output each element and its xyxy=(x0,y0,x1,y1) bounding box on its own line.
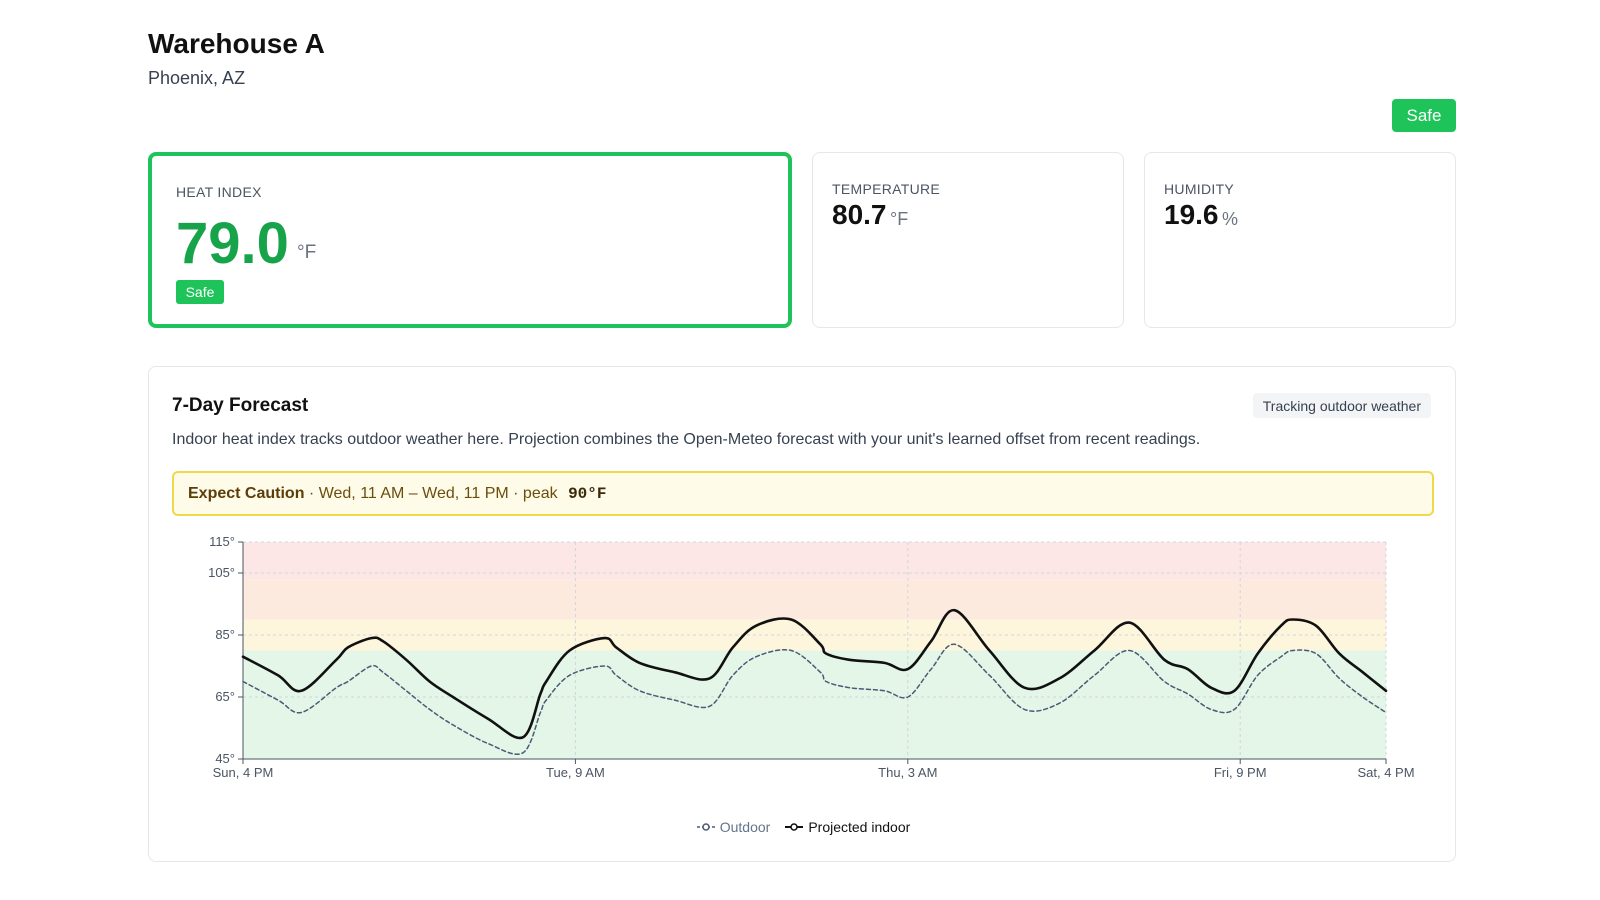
temperature-unit: °F xyxy=(890,209,909,229)
x-tick-label-4: Sat, 4 PM xyxy=(1357,765,1414,780)
site-location: Phoenix, AZ xyxy=(148,68,246,88)
y-tick-label-1: 65° xyxy=(215,689,235,704)
x-tick-label-2: Thu, 3 AM xyxy=(878,765,937,780)
risk-band-2 xyxy=(243,579,1386,620)
y-tick-label-0: 45° xyxy=(215,751,235,766)
legend-item-indoor[interactable]: Projected indoor xyxy=(784,819,910,835)
humidity-value: 19.6 xyxy=(1164,199,1219,230)
risk-band-3 xyxy=(243,542,1386,580)
temperature-label: TEMPERATURE xyxy=(832,181,941,197)
y-tick-label-3: 105° xyxy=(208,565,235,580)
x-tick-label-0: Sun, 4 PM xyxy=(213,765,274,780)
y-tick-label-2: 85° xyxy=(215,627,235,642)
x-tick-label-1: Tue, 9 AM xyxy=(546,765,605,780)
legend-item-outdoor[interactable]: Outdoor xyxy=(696,819,771,835)
humidity-unit: % xyxy=(1222,209,1239,229)
heat-index-status-badge: Safe xyxy=(176,280,224,304)
x-tick-label-3: Fri, 9 PM xyxy=(1214,765,1267,780)
legend-label-outdoor: Outdoor xyxy=(719,819,771,835)
temperature-card: TEMPERATURE 80.7 °F xyxy=(812,152,1124,328)
outdoor-line-icon xyxy=(696,823,715,831)
chart-legend: Outdoor Projected indoor xyxy=(149,819,1457,835)
site-name: Warehouse A xyxy=(148,28,325,59)
humidity-card: HUMIDITY 19.6 % xyxy=(1144,152,1456,328)
status-button[interactable]: Safe xyxy=(1392,99,1456,132)
forecast-card: 7-Day Forecast Tracking outdoor weather … xyxy=(148,366,1456,862)
heat-index-unit: °F xyxy=(297,242,317,263)
indoor-line-icon xyxy=(785,823,804,831)
temperature-value: 80.7 xyxy=(832,199,887,230)
humidity-label: HUMIDITY xyxy=(1164,181,1235,197)
heat-index-value: 79.0 xyxy=(176,211,289,276)
legend-label-indoor: Projected indoor xyxy=(808,819,911,835)
heat-index-card: HEAT INDEX 79.0 °F Safe xyxy=(148,152,792,328)
forecast-chart: 45° 65° 85° 105° 115° Sun, 4 PM Tue, 9 AM Thu, … xyxy=(208,534,1414,780)
heat-index-label: HEAT INDEX xyxy=(176,184,262,200)
y-tick-label-4: 115° xyxy=(209,534,235,549)
